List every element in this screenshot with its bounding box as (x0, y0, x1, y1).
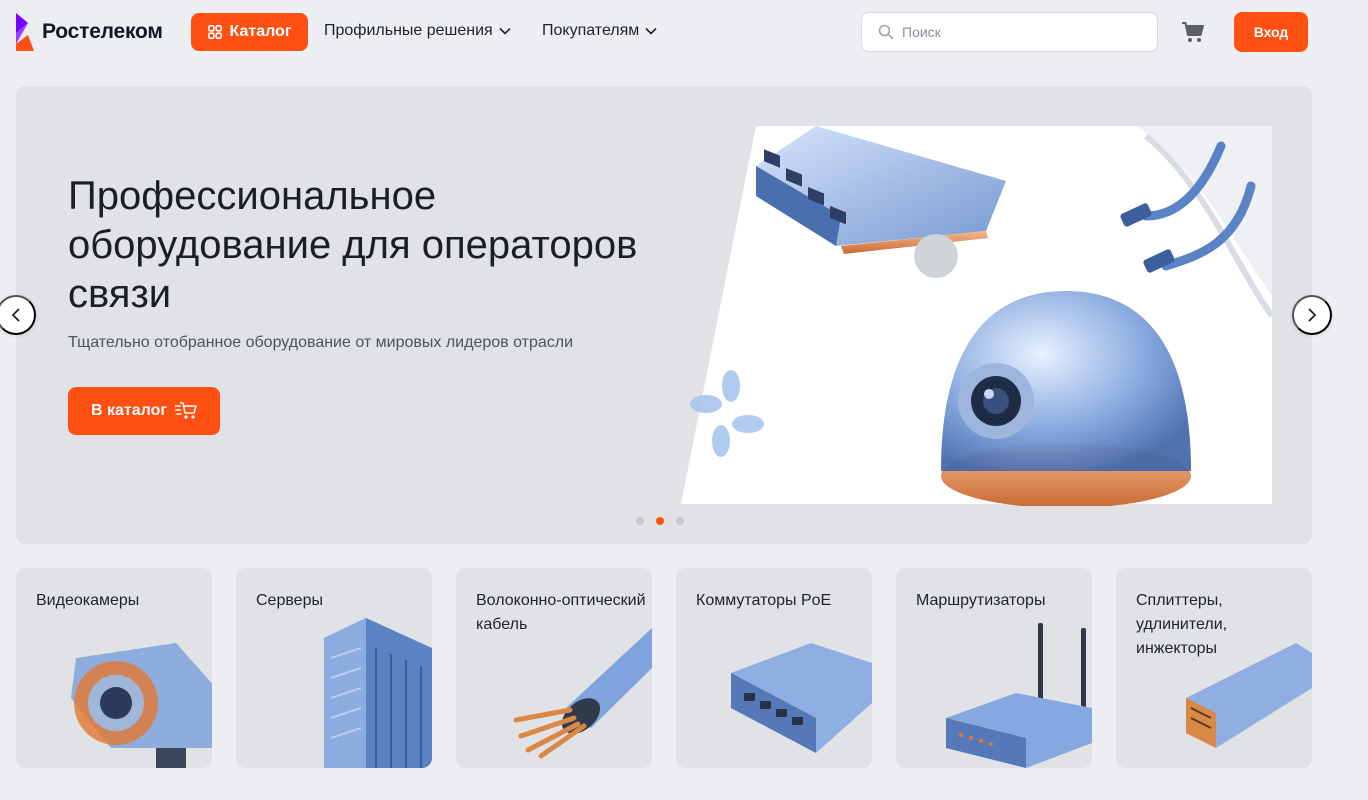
category-card-routers[interactable]: Маршрутизаторы (896, 568, 1092, 768)
category-card-fiber-cable[interactable]: Волоконно-оптический кабель (456, 568, 652, 768)
chevron-left-icon (11, 308, 20, 322)
category-card-servers[interactable]: Серверы (236, 568, 432, 768)
slider-dot[interactable] (676, 517, 684, 525)
hero-subtitle: Тщательно отобранное оборудование от мир… (68, 334, 574, 351)
nav-customers[interactable]: Покупателям (542, 22, 657, 40)
network-switch-icon (731, 643, 872, 753)
hero-banner: Профессиональное оборудование для операт… (16, 86, 1312, 544)
category-card-poe-switches[interactable]: Коммутаторы PoE (676, 568, 872, 768)
nav-profile-solutions-label: Профильные решения (324, 22, 493, 39)
chevron-right-icon (1308, 308, 1317, 322)
hero-catalog-button-label: В каталог (90, 402, 168, 419)
nav-profile-solutions[interactable]: Профильные решения (324, 22, 511, 40)
category-card-splitters[interactable]: Сплиттеры, удлинители, инжекторы (1116, 568, 1312, 768)
rostelecom-logo-icon (16, 13, 34, 51)
slider-dot-active[interactable] (656, 517, 664, 525)
server-rack-icon (324, 618, 432, 768)
logo[interactable]: Ростелеком (16, 13, 163, 51)
catalog-button-label: Каталог (229, 23, 292, 40)
search-icon (878, 24, 894, 40)
login-button[interactable]: Вход (1234, 12, 1308, 52)
fast-cart-icon (175, 402, 197, 419)
slider-next-button[interactable] (1292, 295, 1332, 335)
category-card-cameras[interactable]: Видеокамеры (16, 568, 212, 768)
router-icon (946, 623, 1092, 768)
hero-catalog-button[interactable]: В каталог (68, 387, 220, 435)
slider-dots (636, 517, 684, 525)
grid-icon (207, 25, 222, 39)
chevron-down-icon (499, 27, 511, 35)
search-input[interactable] (902, 24, 1157, 40)
slider-dot[interactable] (636, 517, 644, 525)
nav-customers-label: Покупателям (542, 22, 640, 39)
chevron-down-icon (645, 27, 657, 35)
security-camera-icon (71, 643, 212, 768)
fiber-cable-icon (513, 628, 652, 759)
logo-text: Ростелеком (42, 20, 163, 43)
search-box[interactable] (861, 12, 1158, 52)
catalog-button[interactable]: Каталог (191, 13, 308, 51)
hero-title: Профессиональное оборудование для операт… (68, 174, 638, 316)
cart-icon[interactable] (1181, 21, 1205, 43)
site-header: Ростелеком Каталог Профильные решения По… (0, 0, 1368, 64)
hero-equipment-illustration (681, 126, 1275, 506)
sfp-module-icon (1186, 643, 1312, 748)
